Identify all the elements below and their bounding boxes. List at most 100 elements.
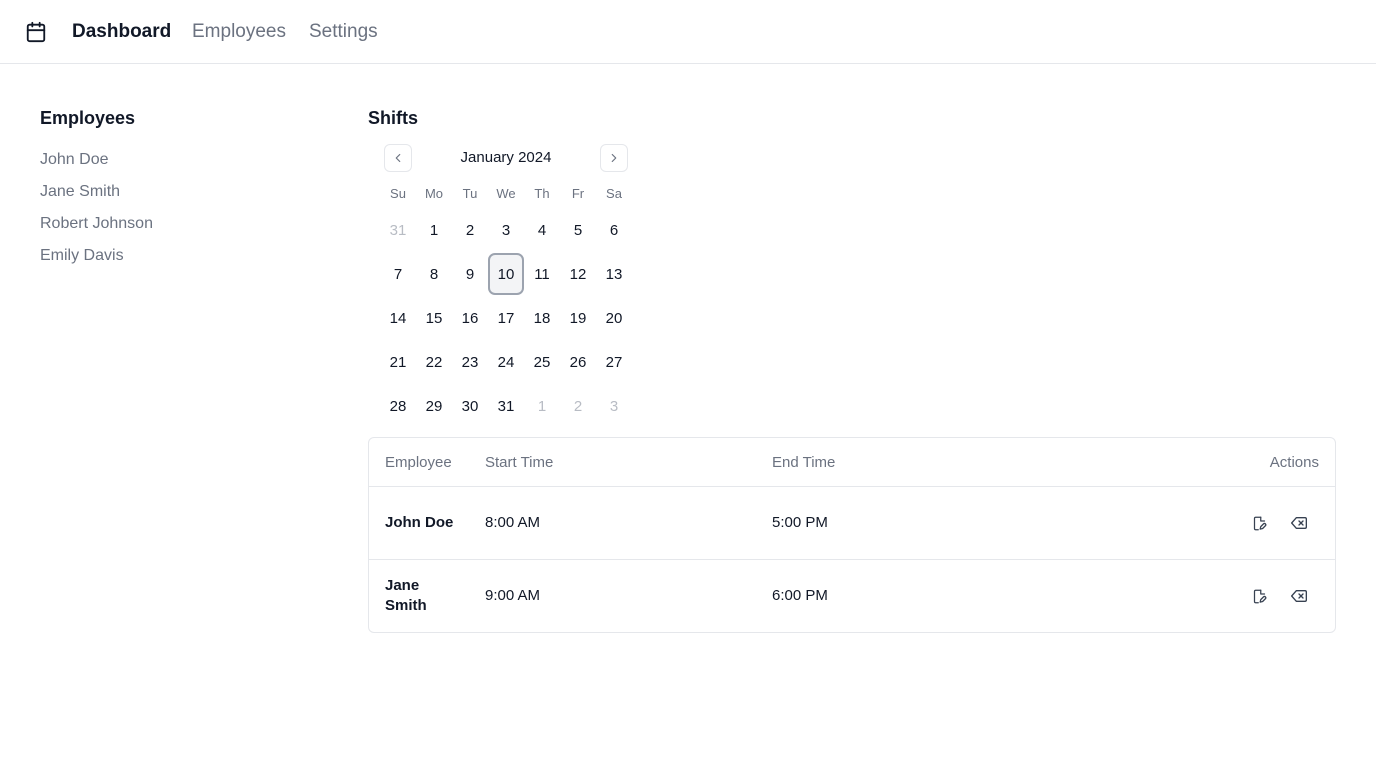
calendar-day[interactable]: 2 — [452, 208, 488, 252]
delete-shift-button[interactable] — [1289, 513, 1309, 533]
calendar-weekdays: Su Mo Tu We Th Fr Sa — [380, 186, 632, 202]
chevron-right-icon — [611, 153, 617, 163]
calendar-day[interactable]: 3 — [488, 208, 524, 252]
calendar-day-label: 19 — [569, 309, 587, 327]
calendar-day-label: 10 — [488, 253, 524, 295]
calendar-day-label: 27 — [605, 353, 623, 371]
calendar-day-label: 26 — [569, 353, 587, 371]
calendar-day-label: 23 — [461, 353, 479, 371]
shift-start-time: 9:00 AM — [485, 587, 541, 604]
calendar-day-label: 7 — [393, 265, 403, 283]
calendar-day-label: 11 — [534, 265, 550, 283]
edit-shift-button[interactable] — [1249, 513, 1269, 533]
calendar-day[interactable]: 3 — [596, 384, 632, 428]
delete-icon — [1291, 590, 1307, 602]
calendar-day[interactable]: 26 — [560, 340, 596, 384]
calendar-day[interactable]: 5 — [560, 208, 596, 252]
calendar-day-label: 14 — [389, 309, 407, 327]
calendar-day[interactable]: 28 — [380, 384, 416, 428]
calendar-day-label: 30 — [461, 397, 479, 415]
calendar-day-label: 3 — [609, 397, 619, 415]
calendar-day[interactable]: 1 — [524, 384, 560, 428]
calendar-day-grid: 31 1 2 3 4 5 6 7 8 9 10 11 12 13 14 15 16 17 18 19 20 21 22 23 2… — [380, 208, 632, 428]
column-header-start-time: Start Time — [485, 454, 554, 471]
calendar-day[interactable]: 31 — [380, 208, 416, 252]
calendar-day[interactable]: 22 — [416, 340, 452, 384]
calendar-day[interactable]: 18 — [524, 296, 560, 340]
calendar-month-label: January 2024 — [460, 149, 552, 166]
calendar-day[interactable]: 25 — [524, 340, 560, 384]
calendar-day[interactable]: 21 — [380, 340, 416, 384]
calendar-day[interactable]: 30 — [452, 384, 488, 428]
weekday-label: Su — [390, 186, 406, 201]
calendar-day-label: 5 — [573, 221, 583, 239]
nav-settings[interactable]: Settings — [309, 20, 378, 44]
chevron-left-icon — [395, 153, 401, 163]
calendar-day[interactable]: 29 — [416, 384, 452, 428]
edit-file-icon — [1253, 516, 1266, 530]
calendar-day[interactable]: 4 — [524, 208, 560, 252]
calendar-day[interactable]: 9 — [452, 252, 488, 296]
employee-list-item[interactable]: Jane Smith — [40, 182, 120, 202]
calendar-day[interactable]: 8 — [416, 252, 452, 296]
shift-end-time: 6:00 PM — [772, 587, 828, 604]
calendar-day-label: 28 — [389, 397, 407, 415]
column-header-end-time: End Time — [772, 454, 836, 471]
calendar-day-label: 9 — [465, 265, 475, 283]
weekday-label: We — [496, 186, 516, 201]
next-month-button[interactable] — [600, 144, 628, 172]
calendar-day[interactable]: 11 — [524, 252, 560, 296]
calendar-day-label: 1 — [429, 221, 439, 239]
calendar-day[interactable]: 24 — [488, 340, 524, 384]
edit-file-icon — [1253, 589, 1266, 603]
nav-employees[interactable]: Employees — [192, 20, 286, 44]
shift-start-time: 8:00 AM — [485, 514, 541, 531]
calendar-day[interactable]: 27 — [596, 340, 632, 384]
calendar-day-label: 8 — [429, 265, 439, 283]
weekday-label: Fr — [571, 186, 585, 201]
calendar-day-label: 13 — [605, 265, 623, 283]
nav-dashboard[interactable]: Dashboard — [72, 20, 171, 44]
calendar-day[interactable]: 17 — [488, 296, 524, 340]
top-navigation: Dashboard Employees Settings — [0, 0, 1376, 64]
calendar-day[interactable]: 23 — [452, 340, 488, 384]
employee-list-item[interactable]: Emily Davis — [40, 246, 124, 266]
calendar-day[interactable]: 12 — [560, 252, 596, 296]
calendar-day[interactable]: 13 — [596, 252, 632, 296]
calendar-day[interactable]: 31 — [488, 384, 524, 428]
delete-shift-button[interactable] — [1289, 586, 1309, 606]
delete-icon — [1291, 517, 1307, 529]
edit-shift-button[interactable] — [1249, 586, 1269, 606]
calendar-day[interactable]: 6 — [596, 208, 632, 252]
calendar-day[interactable]: 14 — [380, 296, 416, 340]
calendar-day-label: 24 — [497, 353, 515, 371]
shifts-heading: Shifts — [368, 108, 419, 128]
calendar-day-label: 17 — [497, 309, 515, 327]
weekday-label: Th — [534, 186, 550, 201]
calendar-day[interactable]: 15 — [416, 296, 452, 340]
calendar-day[interactable]: 20 — [596, 296, 632, 340]
calendar-day[interactable]: 1 — [416, 208, 452, 252]
calendar-day-label: 3 — [501, 221, 511, 239]
weekday-label: Tu — [462, 186, 478, 201]
calendar-day-label: 1 — [537, 397, 547, 415]
shift-employee-name: Jane Smith — [385, 577, 427, 614]
calendar-day-label: 4 — [537, 221, 547, 239]
calendar-day[interactable]: 16 — [452, 296, 488, 340]
table-row: Jane Smith 9:00 AM 6:00 PM — [369, 560, 1335, 632]
weekday-label: Sa — [606, 186, 622, 201]
calendar-day-label: 15 — [425, 309, 443, 327]
calendar-day-selected[interactable]: 10 — [488, 252, 524, 296]
calendar-day[interactable]: 2 — [560, 384, 596, 428]
employee-list-item[interactable]: Robert Johnson — [40, 214, 153, 234]
calendar-day-label: 25 — [533, 353, 551, 371]
calendar-day[interactable]: 7 — [380, 252, 416, 296]
previous-month-button[interactable] — [384, 144, 412, 172]
column-header-actions: Actions — [1269, 454, 1319, 471]
calendar-day-label: 22 — [425, 353, 443, 371]
calendar-icon[interactable] — [25, 21, 47, 43]
calendar-day[interactable]: 19 — [560, 296, 596, 340]
employee-list-item[interactable]: John Doe — [40, 150, 109, 170]
employees-heading: Employees — [40, 108, 136, 128]
table-header: Employee Start Time End Time Actions — [369, 438, 1335, 487]
